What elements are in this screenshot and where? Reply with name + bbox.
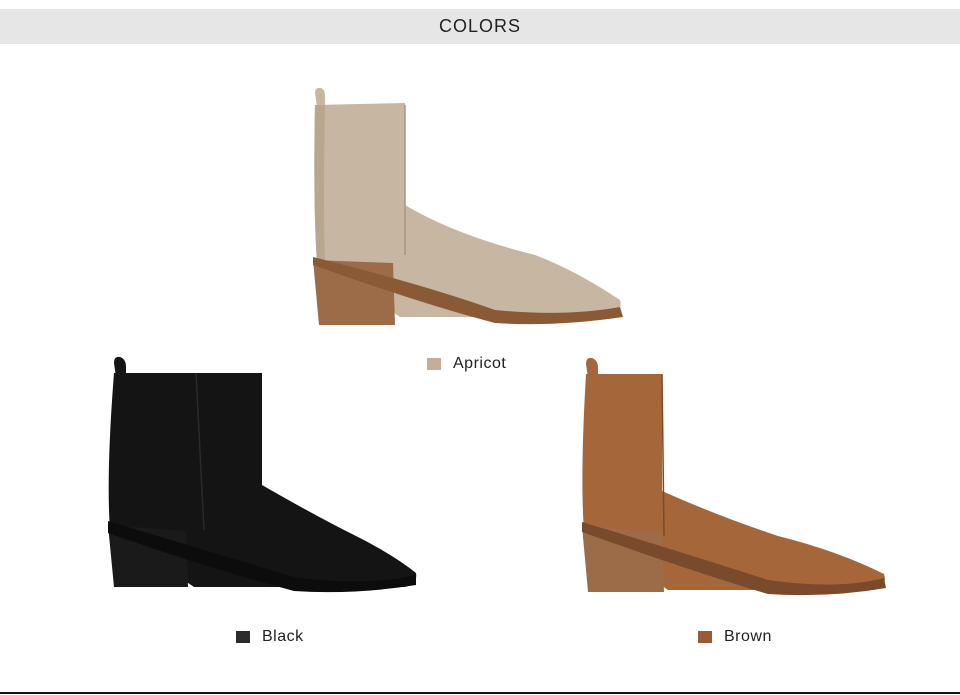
- variant-label-black[interactable]: Black: [236, 628, 304, 646]
- variant-label-brown[interactable]: Brown: [698, 628, 772, 646]
- boot-image-apricot[interactable]: [305, 85, 630, 330]
- boot-pull-tab: [315, 87, 325, 107]
- apricot-swatch: [427, 358, 441, 370]
- boot-image-brown[interactable]: [578, 356, 893, 601]
- page-title: COLORS: [438, 16, 522, 36]
- variant-name: Apricot: [453, 355, 507, 372]
- variant-name: Brown: [724, 628, 772, 645]
- bottom-divider: [0, 692, 960, 694]
- variant-label-apricot[interactable]: Apricot: [427, 355, 506, 373]
- colors-header-bar: COLORS: [0, 9, 960, 44]
- brown-swatch: [698, 631, 712, 643]
- black-swatch: [236, 631, 250, 643]
- variant-name: Black: [262, 628, 304, 645]
- boot-image-black[interactable]: [104, 355, 424, 600]
